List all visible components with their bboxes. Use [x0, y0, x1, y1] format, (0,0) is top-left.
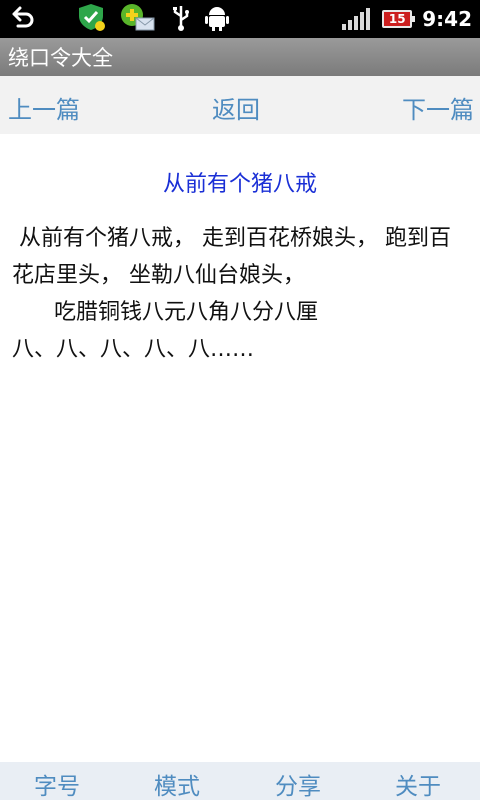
article-title: 从前有个猪八戒 — [162, 172, 317, 197]
bottom-menu: 字号 模式 分享 关于 — [0, 762, 480, 800]
back-link[interactable]: 返回 — [212, 90, 260, 125]
article-content[interactable]: 从前有个猪八戒 从前有个猪八戒， 走到百花桥娘头， 跑到百花店里头， 坐勒八仙台… — [0, 134, 480, 762]
mode-button[interactable]: 模式 — [154, 767, 200, 801]
font-size-button[interactable]: 字号 — [34, 767, 80, 801]
battery-icon: 15 — [382, 10, 416, 28]
usb-icon — [170, 2, 192, 36]
share-button[interactable]: 分享 — [275, 767, 321, 801]
status-bar: 15 9:42 — [0, 0, 480, 38]
message-icon — [118, 2, 158, 36]
article-line: 八、八、八、八、八…… — [12, 337, 255, 362]
status-clock: 9:42 — [422, 7, 472, 31]
signal-icon — [342, 8, 372, 30]
next-article-link[interactable]: 下一篇 — [402, 90, 474, 125]
app-title: 绕口令大全 — [8, 46, 113, 70]
battery-level: 15 — [388, 12, 406, 26]
article-line: 从前有个猪八戒， 走到百花桥娘头， 跑到百花店里头， 坐勒八仙台娘头， — [12, 226, 451, 288]
article-body: 从前有个猪八戒， 走到百花桥娘头， 跑到百花店里头， 坐勒八仙台娘头， 吃腊铜钱… — [12, 220, 468, 368]
prev-article-link[interactable]: 上一篇 — [8, 90, 80, 125]
security-shield-icon — [76, 2, 106, 36]
app-title-bar: 绕口令大全 — [0, 38, 480, 76]
back-arrow-icon[interactable] — [6, 2, 36, 36]
article-line: 吃腊铜钱八元八角八分八厘 — [12, 300, 318, 325]
about-button[interactable]: 关于 — [395, 767, 441, 801]
android-debug-icon — [204, 2, 230, 36]
article-nav-bar: 上一篇 返回 下一篇 — [0, 76, 480, 134]
